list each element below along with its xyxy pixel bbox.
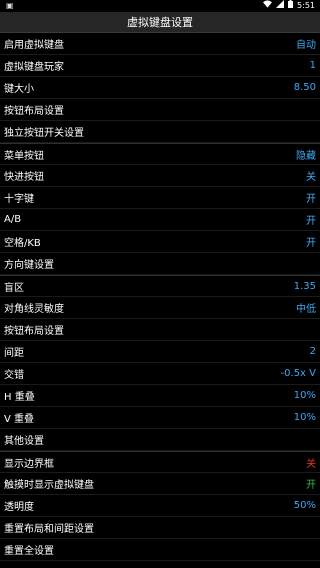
battery-icon bbox=[288, 0, 294, 10]
settings-row-label: H 重叠 bbox=[4, 392, 35, 403]
settings-row[interactable]: 触摸时显示虚拟键盘 开 bbox=[0, 473, 320, 495]
settings-row-value: 自动 bbox=[296, 40, 316, 51]
settings-row[interactable]: V 重叠 10% bbox=[0, 407, 320, 429]
settings-row[interactable]: H 重叠 10% bbox=[0, 385, 320, 407]
settings-row[interactable]: 重置全设置 bbox=[0, 539, 320, 561]
settings-row-value: 8.50 bbox=[293, 82, 316, 93]
settings-row[interactable]: 透明度 50% bbox=[0, 495, 320, 517]
status-icons: 5:51 bbox=[263, 0, 315, 10]
settings-row-value: 1 bbox=[309, 60, 316, 71]
settings-row-value: 开 bbox=[306, 480, 316, 491]
settings-row-label: A/B bbox=[4, 214, 22, 225]
settings-row-label: 对角线灵敏度 bbox=[4, 304, 64, 315]
settings-row-label: 菜单按钮 bbox=[4, 150, 44, 162]
settings-row-value: 关 bbox=[306, 458, 316, 470]
settings-row[interactable]: A/B 开 bbox=[0, 209, 320, 231]
settings-row[interactable]: 十字键 开 bbox=[0, 187, 320, 209]
settings-row[interactable]: 方向键设置 bbox=[0, 253, 320, 275]
settings-row-value: 开 bbox=[306, 238, 316, 249]
settings-row[interactable]: 对角线灵敏度 中低 bbox=[0, 297, 320, 319]
settings-row-label: 间距 bbox=[4, 348, 24, 359]
settings-row-label: 虚拟键盘玩家 bbox=[4, 62, 64, 73]
settings-row-label: 独立按钮开关设置 bbox=[4, 128, 84, 139]
settings-row-label: 触摸时显示虚拟键盘 bbox=[4, 480, 94, 491]
settings-list: 启用虚拟键盘 自动 虚拟键盘玩家 1 键大小 8.50 按钮布局设置 独立按钮开关设置 菜单按钮… bbox=[0, 33, 320, 561]
settings-row[interactable]: 按钮布局设置 bbox=[0, 99, 320, 121]
settings-row[interactable]: 交错 -0.5x V bbox=[0, 363, 320, 385]
settings-row[interactable]: 显示边界框 关 bbox=[0, 451, 320, 473]
settings-row-value: 开 bbox=[306, 194, 316, 205]
settings-row-label: 按钮布局设置 bbox=[4, 326, 64, 337]
settings-row[interactable]: 快进按钮 关 bbox=[0, 165, 320, 187]
settings-row[interactable]: 键大小 8.50 bbox=[0, 77, 320, 99]
settings-row-value: 隐藏 bbox=[296, 150, 316, 162]
settings-row-label: 方向键设置 bbox=[4, 260, 54, 271]
settings-row-label: 启用虚拟键盘 bbox=[4, 40, 64, 51]
settings-row[interactable]: 按钮布局设置 bbox=[0, 319, 320, 341]
settings-row-value: -0.5x V bbox=[280, 368, 316, 379]
settings-row-label: 交错 bbox=[4, 370, 24, 381]
settings-row-value: 10% bbox=[293, 412, 316, 423]
settings-row-value: 中低 bbox=[296, 304, 316, 315]
settings-row[interactable]: 重置布局和间距设置 bbox=[0, 517, 320, 539]
settings-row-value: 10% bbox=[293, 390, 316, 401]
settings-row-label: 键大小 bbox=[4, 84, 34, 95]
settings-row-label: 空格/KB bbox=[4, 238, 41, 249]
status-time: 5:51 bbox=[297, 0, 315, 10]
wifi-icon bbox=[263, 0, 273, 10]
settings-row[interactable]: 虚拟键盘玩家 1 bbox=[0, 55, 320, 77]
settings-row[interactable]: 其他设置 bbox=[0, 429, 320, 451]
page-title: 虚拟键盘设置 bbox=[0, 12, 320, 33]
settings-row-value: 50% bbox=[293, 500, 316, 511]
settings-row-label: 重置布局和间距设置 bbox=[4, 524, 94, 535]
settings-row-label: 显示边界框 bbox=[4, 458, 54, 470]
signal-icon bbox=[276, 0, 285, 10]
settings-row-value: 开 bbox=[306, 216, 316, 227]
settings-row-label: 重置全设置 bbox=[4, 546, 54, 557]
status-bar: ▣ 5:51 bbox=[0, 0, 320, 12]
settings-row-value: 关 bbox=[306, 172, 316, 183]
settings-row[interactable]: 启用虚拟键盘 自动 bbox=[0, 33, 320, 55]
settings-row[interactable]: 独立按钮开关设置 bbox=[0, 121, 320, 143]
settings-row-label: 按钮布局设置 bbox=[4, 106, 64, 117]
settings-row-value: 1.35 bbox=[293, 280, 316, 292]
image-icon: ▣ bbox=[6, 1, 14, 10]
settings-row-label: 其他设置 bbox=[4, 436, 44, 447]
settings-row-label: 十字键 bbox=[4, 194, 34, 205]
settings-row[interactable]: 间距 2 bbox=[0, 341, 320, 363]
settings-row-label: V 重叠 bbox=[4, 414, 35, 425]
settings-row-label: 透明度 bbox=[4, 502, 34, 513]
settings-row-value: 2 bbox=[309, 346, 316, 357]
settings-row[interactable]: 空格/KB 开 bbox=[0, 231, 320, 253]
settings-row-label: 盲区 bbox=[4, 282, 24, 294]
settings-row[interactable]: 菜单按钮 隐藏 bbox=[0, 143, 320, 165]
settings-row-label: 快进按钮 bbox=[4, 172, 44, 183]
settings-row[interactable]: 盲区 1.35 bbox=[0, 275, 320, 297]
